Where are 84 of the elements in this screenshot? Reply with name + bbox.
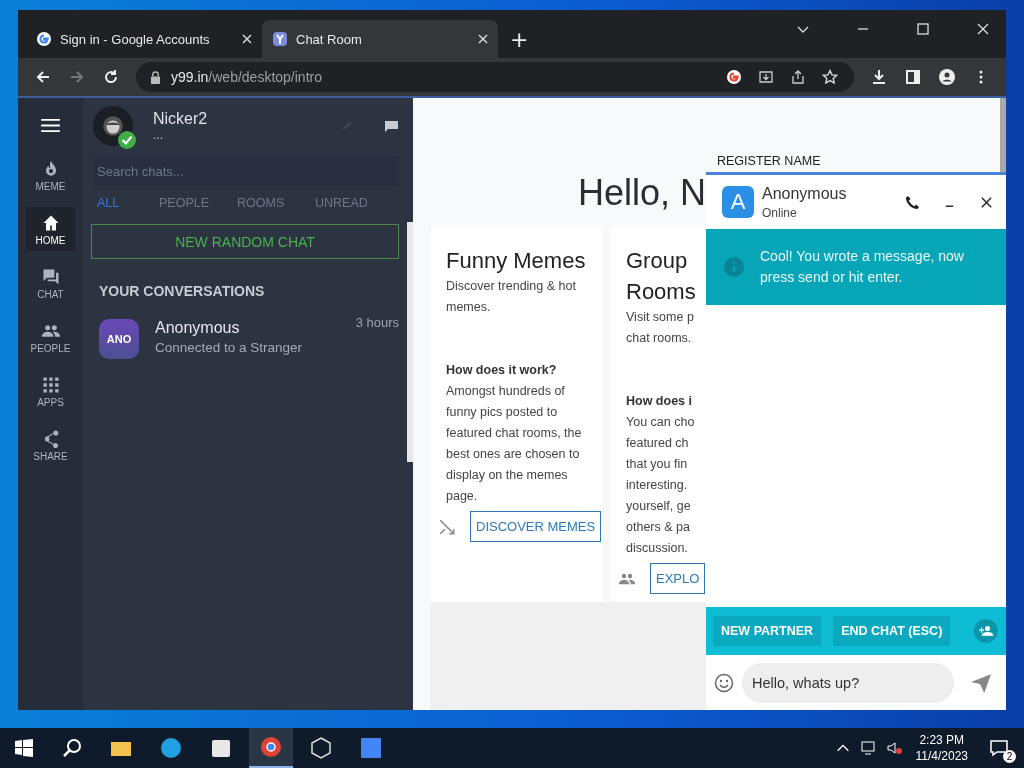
register-name-link[interactable]: REGISTER NAME xyxy=(717,154,821,168)
taskbar-app[interactable] xyxy=(249,728,293,768)
search-field[interactable]: Search chats... xyxy=(93,156,399,186)
card-title: Funny Memes xyxy=(446,247,587,275)
card-text: discussion. xyxy=(626,540,689,557)
chat-bubble-icon[interactable] xyxy=(383,118,399,134)
card-description: chat rooms. xyxy=(626,330,693,347)
nav-item[interactable]: PEOPLE xyxy=(26,315,75,359)
user-icon xyxy=(100,113,126,139)
browser-tab[interactable]: Chat Room xyxy=(262,20,498,58)
contact-status: Online xyxy=(762,205,798,220)
scrollbar[interactable] xyxy=(1000,98,1006,172)
nav-item[interactable]: SHARE xyxy=(26,423,75,467)
card-subheading: How does it work? xyxy=(446,362,558,379)
contact-name: Anonymous xyxy=(762,184,847,203)
side-panel-icon[interactable] xyxy=(905,69,921,85)
nav-item[interactable]: MEME xyxy=(26,153,75,197)
card-title: Rooms xyxy=(626,278,697,306)
card-text: interesting. xyxy=(626,477,689,494)
greeting-heading: Hello, N xyxy=(576,171,706,215)
notice-text: Cool! You wrote a message, now press send or hit enter. xyxy=(760,247,965,287)
conversation-item[interactable]: ANO Anonymous Connected to a Stranger 3 hours xyxy=(99,315,399,359)
nav-item[interactable]: CHAT xyxy=(26,261,75,305)
back-icon[interactable] xyxy=(35,69,51,85)
avatar[interactable] xyxy=(93,106,133,146)
phone-icon[interactable] xyxy=(905,194,920,210)
app-icon xyxy=(359,736,383,760)
section-heading: YOUR CONVERSATIONS xyxy=(99,283,266,299)
browser-tab[interactable]: Sign in - Google Accounts xyxy=(26,20,262,58)
card-text: Amongst hundreds of funny pics posted to featured chat rooms, the best ones are chosen to display on the memes page. xyxy=(446,383,583,505)
message-input[interactable]: Hello, whats up? xyxy=(742,662,954,703)
network-icon[interactable] xyxy=(860,740,877,756)
new-tab-button[interactable]: + xyxy=(498,20,541,58)
card-description: Visit some p xyxy=(626,309,695,326)
card-text: You can cho xyxy=(626,414,696,431)
volume-muted-icon[interactable] xyxy=(886,740,903,756)
notification-count: 2 xyxy=(1003,750,1016,763)
avatar: ANO xyxy=(99,319,139,359)
share-icon[interactable] xyxy=(790,69,806,85)
message-preview: Connected to a Stranger xyxy=(155,340,304,355)
cube-icon xyxy=(309,736,333,760)
timestamp: 3 hours xyxy=(355,315,399,330)
install-icon[interactable] xyxy=(758,69,774,85)
user-status: ... xyxy=(153,128,164,142)
star-icon[interactable] xyxy=(822,69,838,85)
add-person-icon[interactable] xyxy=(974,617,998,645)
avatar: A xyxy=(722,186,754,218)
card-text: others & pa xyxy=(626,519,691,536)
info-icon xyxy=(724,257,744,277)
reload-icon[interactable] xyxy=(103,69,119,85)
menu-icon[interactable] xyxy=(41,118,60,133)
clock-date[interactable]: 11/4/2023 xyxy=(915,748,968,764)
address-bar[interactable]: y99.in/web/desktop/intro xyxy=(136,62,854,92)
google-icon[interactable] xyxy=(726,69,742,85)
user-name: Nicker2 xyxy=(153,110,209,128)
lock-icon xyxy=(150,70,161,84)
send-icon[interactable] xyxy=(970,671,992,694)
url-text: y99.in/web/desktop/intro xyxy=(171,69,322,85)
clock-time[interactable]: 2:23 PM xyxy=(919,732,965,748)
search-icon[interactable] xyxy=(62,738,82,758)
logo-icon xyxy=(272,31,288,47)
smiley-icon[interactable] xyxy=(714,672,734,693)
close-icon[interactable] xyxy=(976,22,990,36)
close-icon[interactable] xyxy=(242,34,252,44)
nav-item[interactable]: APPS xyxy=(26,369,75,413)
card-title: Group xyxy=(626,247,689,275)
explore-button[interactable]: EXPLO xyxy=(650,563,706,594)
contact-name: Anonymous xyxy=(155,319,241,337)
close-icon[interactable] xyxy=(478,34,488,44)
card-text: featured ch xyxy=(626,435,690,452)
scrollbar[interactable] xyxy=(407,222,413,462)
new-random-chat-button[interactable]: NEW RANDOM CHAT xyxy=(91,224,399,259)
google-icon xyxy=(36,31,52,47)
nav-item[interactable]: HOME xyxy=(26,207,75,251)
notification-icon[interactable] xyxy=(989,738,1009,758)
card-description: Discover trending & hot memes. xyxy=(446,278,577,316)
card-text: yourself, ge xyxy=(626,498,692,515)
card-subheading: How does i xyxy=(626,393,693,410)
download-icon[interactable] xyxy=(871,69,887,85)
maximize-icon[interactable] xyxy=(916,22,930,36)
start-icon[interactable] xyxy=(14,738,34,758)
card-text: that you fin xyxy=(626,456,689,473)
discover-memes-button[interactable]: DISCOVER MEMES xyxy=(470,511,602,542)
profile-icon[interactable] xyxy=(939,69,955,85)
